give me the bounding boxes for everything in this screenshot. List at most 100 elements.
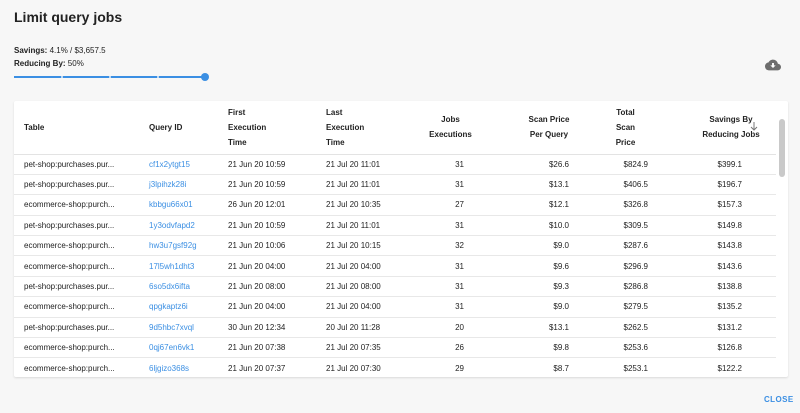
jobs-table: Table Query ID First Execution Time Last…: [14, 101, 776, 377]
table-row: pet-shop:purchases.pur... 6so5dx6ifta 21 J…: [14, 276, 776, 298]
cell-total-scan-price: $824.9: [581, 154, 660, 175]
col-header-table[interactable]: Table: [14, 101, 140, 155]
header-line: Executions: [429, 130, 472, 140]
slider-thumb[interactable]: [201, 73, 209, 81]
cell-savings: $196.7: [660, 174, 776, 196]
header-line: Price: [615, 137, 636, 147]
cell-query-id-link[interactable]: 9d5hbc7xvql: [140, 317, 221, 339]
cell-query-id-link[interactable]: 6ljgizo368s: [140, 357, 221, 377]
savings-label: Savings:: [14, 46, 48, 55]
cell-query-id-link[interactable]: 1y3odvfapd2: [140, 215, 221, 237]
cell-first-execution: 21 Jun 20 04:00: [221, 296, 319, 318]
reducing-label: Reducing By:: [14, 59, 66, 68]
cell-table-name: pet-shop:purchases.pur...: [14, 174, 140, 196]
cell-jobs: 31: [412, 154, 477, 175]
dialog-title: Limit query jobs: [14, 9, 123, 25]
cell-scan-price: $8.7: [477, 357, 581, 377]
cell-table-name: ecommerce-shop:purch...: [14, 194, 140, 216]
cell-table-name: pet-shop:purchases.pur...: [14, 276, 140, 298]
cell-table-name: ecommerce-shop:purch...: [14, 296, 140, 318]
cell-scan-price: $9.6: [477, 255, 581, 277]
header-line: Last: [326, 107, 343, 117]
cell-first-execution: 21 Jun 20 04:00: [221, 255, 319, 277]
cell-total-scan-price: $296.9: [581, 255, 660, 277]
cell-jobs: 20: [412, 317, 477, 339]
cell-last-execution: 21 Jul 20 08:00: [319, 276, 412, 298]
table-row: ecommerce-shop:purch... 17l5wh1dht3 21 Jun…: [14, 255, 776, 277]
cell-last-execution: 20 Jul 20 11:28: [319, 317, 412, 339]
cell-savings: $143.8: [660, 235, 776, 257]
cell-first-execution: 21 Jun 20 07:37: [221, 357, 319, 377]
reduce-slider[interactable]: [14, 73, 209, 81]
cell-total-scan-price: $309.5: [581, 215, 660, 237]
savings-line: Savings: 4.1% / $3,657.5: [14, 44, 106, 57]
cell-last-execution: 21 Jul 20 07:35: [319, 337, 412, 359]
cell-query-id-link[interactable]: cf1x2ytgt15: [140, 154, 221, 175]
header-line: Time: [228, 137, 247, 147]
cell-last-execution: 21 Jul 20 11:01: [319, 174, 412, 196]
slider-tick: [157, 76, 159, 78]
cell-total-scan-price: $279.5: [581, 296, 660, 318]
table-row: ecommerce-shop:purch... kbbgu66x01 26 Jun …: [14, 194, 776, 216]
cell-savings: $131.2: [660, 317, 776, 339]
col-header-scan-price[interactable]: Scan Price Per Query: [477, 101, 581, 155]
cell-first-execution: 26 Jun 20 12:01: [221, 194, 319, 216]
cell-query-id-link[interactable]: 0qj67en6vk1: [140, 337, 221, 359]
col-header-savings[interactable]: Savings By Reducing Jobs: [660, 101, 776, 155]
cell-first-execution: 21 Jun 20 07:38: [221, 337, 319, 359]
header-line: Execution: [228, 122, 267, 132]
cell-table-name: pet-shop:purchases.pur...: [14, 154, 140, 175]
reducing-line: Reducing By: 50%: [14, 57, 106, 70]
cell-last-execution: 21 Jul 20 04:00: [319, 255, 412, 277]
cell-scan-price: $26.6: [477, 154, 581, 175]
col-header-first-execution[interactable]: First Execution Time: [221, 101, 319, 155]
cell-jobs: 29: [412, 357, 477, 377]
cell-table-name: pet-shop:purchases.pur...: [14, 215, 140, 237]
cell-table-name: ecommerce-shop:purch...: [14, 337, 140, 359]
arrow-down-icon[interactable]: [750, 122, 758, 132]
col-header-last-execution[interactable]: Last Execution Time: [319, 101, 412, 155]
cell-query-id-link[interactable]: kbbgu66x01: [140, 194, 221, 216]
reducing-value: 50%: [67, 59, 84, 68]
col-header-jobs[interactable]: Jobs Executions: [412, 101, 477, 155]
table-row: pet-shop:purchases.pur... cf1x2ytgt15 21 J…: [14, 154, 776, 175]
header-line: Jobs: [441, 115, 460, 125]
table-row: pet-shop:purchases.pur... 1y3odvfapd2 21 J…: [14, 215, 776, 237]
cell-total-scan-price: $287.6: [581, 235, 660, 257]
cell-last-execution: 21 Jul 20 04:00: [319, 296, 412, 318]
cell-query-id-link[interactable]: hw3u7gsf92g: [140, 235, 221, 257]
col-header-total-scan-price[interactable]: Total Scan Price: [581, 101, 660, 155]
cell-jobs: 31: [412, 255, 477, 277]
cell-query-id-link[interactable]: 6so5dx6ifta: [140, 276, 221, 298]
col-header-query-id[interactable]: Query ID: [140, 101, 221, 155]
cloud-download-icon[interactable]: [765, 58, 781, 72]
savings-value: 4.1% / $3,657.5: [49, 46, 106, 55]
cell-savings: $143.6: [660, 255, 776, 277]
cell-last-execution: 21 Jul 20 07:30: [319, 357, 412, 377]
cell-total-scan-price: $406.5: [581, 174, 660, 196]
cell-savings: $149.8: [660, 215, 776, 237]
cell-last-execution: 21 Jul 20 11:01: [319, 215, 412, 237]
cell-scan-price: $13.1: [477, 317, 581, 339]
cell-scan-price: $12.1: [477, 194, 581, 216]
cell-first-execution: 21 Jun 20 10:06: [221, 235, 319, 257]
cell-query-id-link[interactable]: 17l5wh1dht3: [140, 255, 221, 277]
cell-scan-price: $9.3: [477, 276, 581, 298]
close-button[interactable]: CLOSE: [764, 395, 794, 404]
cell-query-id-link[interactable]: qpgkaptz6i: [140, 296, 221, 318]
table-row: ecommerce-shop:purch... hw3u7gsf92g 21 Jun…: [14, 235, 776, 257]
stats-summary: Savings: 4.1% / $3,657.5 Reducing By: 50…: [14, 44, 106, 70]
cell-total-scan-price: $326.8: [581, 194, 660, 216]
slider-tick: [61, 76, 63, 78]
cell-table-name: ecommerce-shop:purch...: [14, 357, 140, 377]
cell-query-id-link[interactable]: j3lpihzk28i: [140, 174, 221, 196]
cell-savings: $122.2: [660, 357, 776, 377]
cell-savings: $399.1: [660, 154, 776, 175]
cell-jobs: 26: [412, 337, 477, 359]
header-line: Total: [616, 107, 635, 117]
cell-total-scan-price: $262.5: [581, 317, 660, 339]
vertical-scrollbar[interactable]: [779, 119, 785, 177]
cell-jobs: 27: [412, 194, 477, 216]
cell-last-execution: 21 Jul 20 10:15: [319, 235, 412, 257]
cell-total-scan-price: $253.6: [581, 337, 660, 359]
